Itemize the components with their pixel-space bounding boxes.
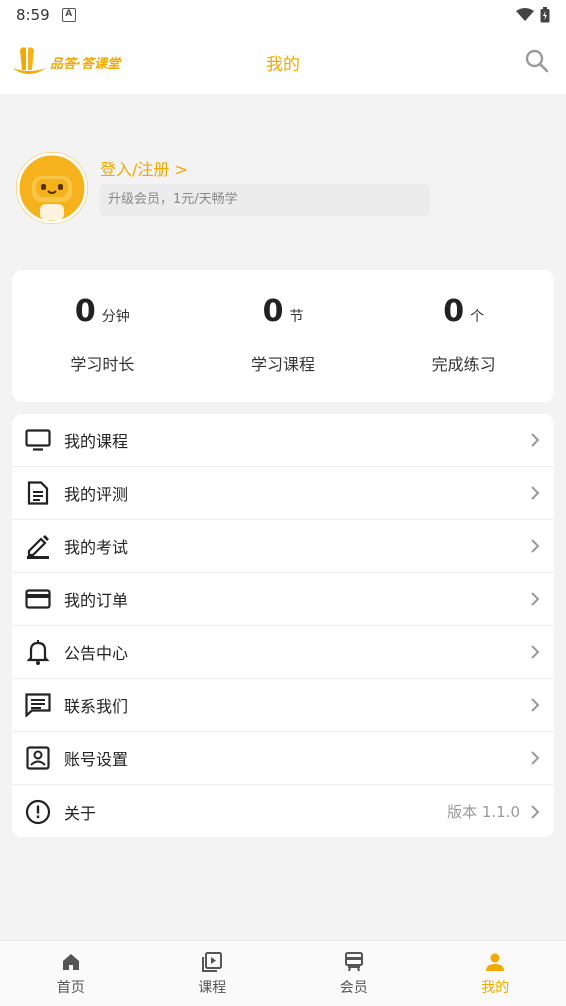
chevron-right-icon bbox=[531, 592, 540, 606]
stat-unit: 节 bbox=[289, 309, 304, 325]
play-library-icon bbox=[202, 952, 223, 972]
menu-label: 我的考试 bbox=[64, 538, 129, 557]
menu-label: 联系我们 bbox=[64, 697, 129, 716]
credit-card-icon bbox=[24, 585, 52, 613]
notification-a-icon: A bbox=[61, 8, 76, 22]
version-text: 版本 1.1.0 bbox=[447, 803, 520, 821]
menu-label: 我的订单 bbox=[64, 591, 129, 610]
stat-value: 0 bbox=[443, 294, 465, 329]
avatar[interactable] bbox=[16, 152, 88, 224]
status-bar: 8:59 A bbox=[0, 0, 566, 30]
monitor-icon bbox=[24, 426, 52, 454]
stat-exercises: 0 个 完成练习 bbox=[373, 270, 554, 402]
profile-section: 登入/注册 > 升级会员，1元/天畅学 bbox=[16, 150, 550, 230]
chevron-right-icon bbox=[531, 698, 540, 712]
menu-label: 公告中心 bbox=[64, 644, 129, 663]
menu-item-my-orders[interactable]: 我的订单 bbox=[12, 573, 554, 626]
menu-item-announcements[interactable]: 公告中心 bbox=[12, 626, 554, 679]
wifi-icon bbox=[516, 8, 534, 21]
stat-unit: 个 bbox=[470, 309, 485, 325]
menu-item-about[interactable]: 关于 版本 1.1.0 bbox=[12, 785, 554, 837]
chevron-right-icon bbox=[531, 751, 540, 765]
document-icon bbox=[24, 479, 52, 507]
bottom-tab-bar: 首页 课程 会员 我的 bbox=[0, 940, 566, 1006]
robot-avatar-icon bbox=[16, 152, 88, 224]
info-icon bbox=[24, 798, 52, 826]
stat-courses: 0 节 学习课程 bbox=[193, 270, 374, 402]
chevron-right-icon bbox=[531, 433, 540, 447]
search-icon[interactable] bbox=[524, 48, 550, 74]
bell-icon bbox=[24, 638, 52, 666]
tab-home[interactable]: 首页 bbox=[0, 941, 142, 1006]
person-icon bbox=[486, 953, 505, 971]
stat-value: 0 bbox=[74, 294, 96, 329]
tab-mine[interactable]: 我的 bbox=[425, 941, 566, 1006]
pen-icon bbox=[24, 532, 52, 560]
chevron-right-icon bbox=[531, 645, 540, 659]
stat-label: 完成练习 bbox=[431, 355, 496, 374]
tab-label: 会员 bbox=[339, 980, 368, 996]
chevron-right-icon bbox=[531, 804, 540, 819]
page-title: 我的 bbox=[266, 55, 300, 75]
stats-card: 0 分钟 学习时长 0 节 学习课程 0 个 完成练习 bbox=[12, 270, 554, 402]
menu-label: 关于 bbox=[64, 803, 97, 823]
menu-label: 账号设置 bbox=[64, 750, 129, 769]
stat-unit: 分钟 bbox=[101, 309, 130, 325]
vip-upgrade-tip[interactable]: 升级会员，1元/天畅学 bbox=[100, 184, 430, 216]
stat-study-time: 0 分钟 学习时长 bbox=[12, 270, 193, 402]
menu-label: 我的评测 bbox=[64, 485, 129, 504]
login-register-link[interactable]: 登入/注册 > bbox=[100, 156, 188, 180]
app-header: 品答·答课堂 我的 bbox=[0, 30, 566, 94]
menu-item-account-settings[interactable]: 账号设置 bbox=[12, 732, 554, 785]
tab-vip[interactable]: 会员 bbox=[283, 941, 425, 1006]
menu-card: 我的课程 我的评测 我的考试 我的订单 公告中心 联系我们 账号设置 关于 版本… bbox=[12, 414, 554, 837]
battery-icon bbox=[540, 7, 550, 23]
menu-item-my-assessments[interactable]: 我的评测 bbox=[12, 467, 554, 520]
vip-icon bbox=[344, 952, 363, 972]
tab-courses[interactable]: 课程 bbox=[142, 941, 284, 1006]
menu-item-my-exams[interactable]: 我的考试 bbox=[12, 520, 554, 573]
menu-item-contact-us[interactable]: 联系我们 bbox=[12, 679, 554, 732]
tab-label: 我的 bbox=[481, 980, 510, 996]
status-time: 8:59 bbox=[16, 6, 50, 24]
stat-value: 0 bbox=[262, 294, 284, 329]
stat-label: 学习时长 bbox=[70, 355, 135, 374]
account-box-icon bbox=[24, 744, 52, 772]
status-right bbox=[516, 7, 550, 23]
stat-label: 学习课程 bbox=[251, 355, 316, 374]
chevron-right-icon bbox=[531, 486, 540, 500]
message-icon bbox=[24, 691, 52, 719]
menu-item-my-courses[interactable]: 我的课程 bbox=[12, 414, 554, 467]
home-icon bbox=[62, 954, 79, 970]
tab-label: 首页 bbox=[56, 980, 85, 996]
menu-label: 我的课程 bbox=[64, 432, 129, 451]
tab-label: 课程 bbox=[198, 980, 227, 996]
chevron-right-icon bbox=[531, 539, 540, 553]
